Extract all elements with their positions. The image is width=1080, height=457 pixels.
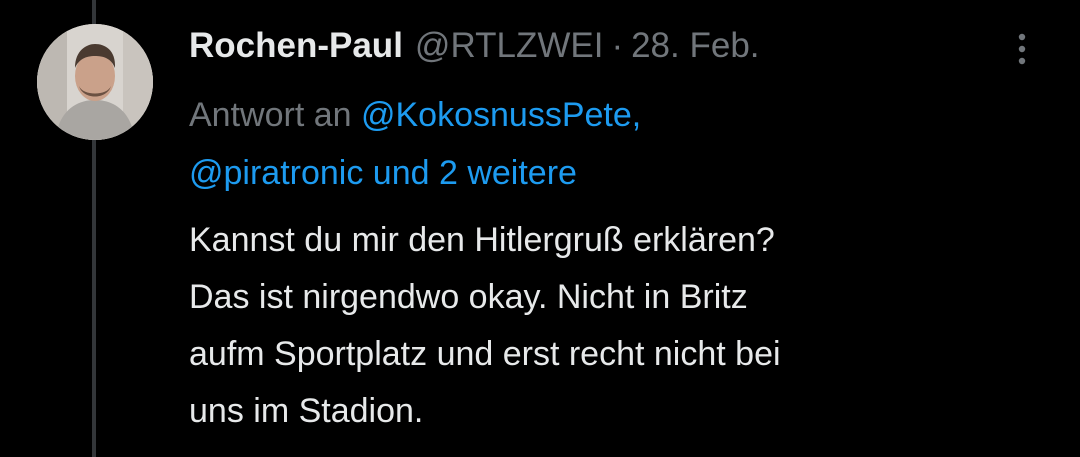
tweet-text-line: Das ist nirgendwo okay. Nicht in Britz: [189, 278, 748, 316]
tweet-text-line: uns im Stadion.: [189, 392, 424, 430]
tweet-text: Kannst du mir den Hitlergruß erklären? D…: [189, 212, 1029, 440]
reply-mention-others-link[interactable]: @piratronic und 2 weitere: [189, 154, 577, 192]
more-vertical-icon[interactable]: [1010, 30, 1034, 70]
tweet-text-line: aufm Sportplatz und erst recht nicht bei: [189, 335, 781, 373]
user-handle[interactable]: @RTLZWEI: [415, 20, 604, 72]
tweet-content: Rochen-Paul @RTLZWEI · 28. Feb. Antwort …: [189, 20, 1029, 440]
separator-dot: ·: [611, 26, 624, 65]
reply-context: Antwort an @KokosnussPete, @piratronic u…: [189, 86, 949, 202]
reply-mention-link[interactable]: @KokosnussPete,: [361, 96, 641, 134]
tweet-header: Rochen-Paul @RTLZWEI · 28. Feb.: [189, 20, 1029, 72]
tweet-date[interactable]: 28. Feb.: [631, 20, 759, 72]
avatar[interactable]: [37, 24, 153, 140]
tweet-text-line: Kannst du mir den Hitlergruß erklären?: [189, 221, 775, 259]
display-name[interactable]: Rochen-Paul: [189, 20, 403, 72]
reply-prefix: Antwort an: [189, 96, 352, 134]
